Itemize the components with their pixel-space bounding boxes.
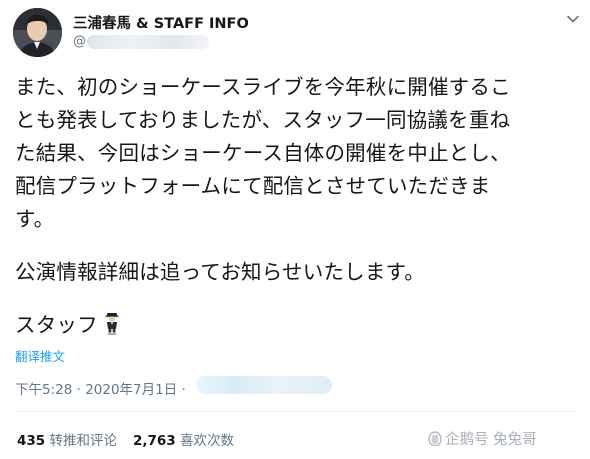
tweet-signature: スタッフ [15,313,98,337]
retweets-stat[interactable]: 435 转推和评论 [17,429,117,449]
likes-stat[interactable]: 2,763 喜欢次数 [133,429,234,449]
tweet-line: 公演情報詳細は追ってお知らせいたします。 [15,260,425,284]
tweet-line: とも発表しておりましたが、スタッフ一同協議を重ね [15,108,511,132]
likes-label: 喜欢次数 [179,433,234,449]
divider [15,411,575,412]
penguin-icon [428,431,442,446]
chevron-down-icon[interactable] [566,12,580,26]
redacted-source [196,376,332,394]
tweet-line: た結果、今回はショーケース自体の開催を中止とし、 [15,141,511,165]
tweet-signature-line: スタッフ [15,309,575,342]
translate-tweet-link[interactable]: 翻译推文 [15,346,65,365]
watermark: 企鹅号 兔兔哥 [428,428,537,449]
author-avatar[interactable] [13,8,62,57]
tweet-stats: 435 转推和评论 2,763 喜欢次数 [17,429,250,449]
retweets-count: 435 [17,433,46,449]
author-display-name[interactable]: 三浦春馬 & STAFF INFO [73,12,249,33]
likes-count: 2,763 [132,433,176,449]
tweet-line: す。 [15,207,55,231]
watermark-text: 企鹅号 兔兔哥 [445,432,537,448]
tweet-body: また、初のショーケースライブを今年秋に開催するこ とも発表しておりましたが、スタ… [15,71,575,342]
retweets-label: 转推和评论 [49,433,117,449]
tweet-timestamp[interactable]: 下午5:28 · 2020年7月1日 · [15,378,186,398]
tweet-line: また、初のショーケースライブを今年秋に開催するこ [15,75,511,99]
tweet-line: 配信プラットフォームにて配信とさせていただきま [15,174,491,198]
author-handle[interactable]: @ [73,34,86,49]
redacted-handle [87,35,209,49]
man-in-suit-levitating-icon [105,313,119,335]
handle-at-sign: @ [73,34,86,49]
